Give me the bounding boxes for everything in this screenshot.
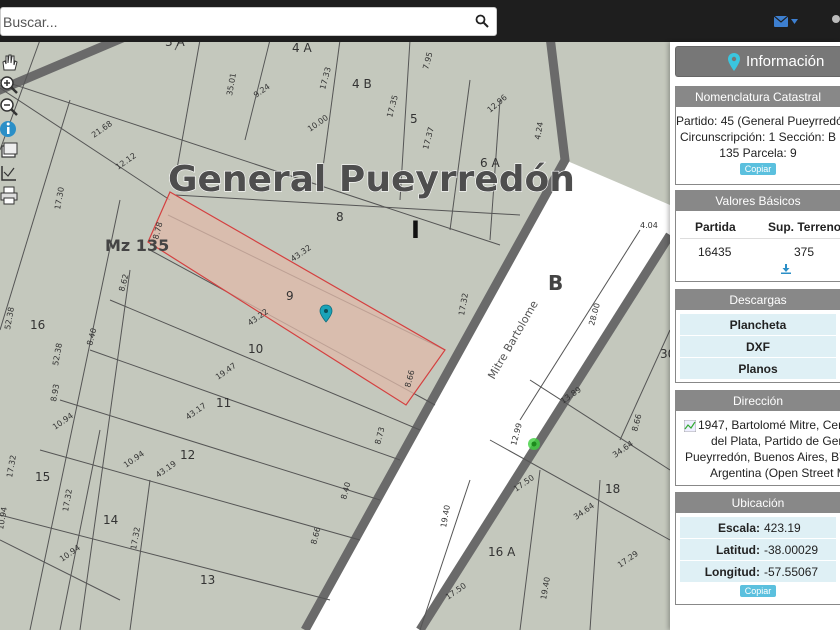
district-label: General Pueyrredón	[168, 159, 575, 200]
direccion-line-4: Argentina (Open Street Map)	[710, 466, 840, 480]
parcel-number: 4 A	[292, 41, 312, 55]
map-thumbnail-icon	[684, 420, 696, 432]
download-plancheta-link[interactable]: Plancheta	[680, 314, 836, 336]
escala-value: 423.19	[764, 521, 801, 535]
valores-basicos-section: Valores Básicos Partida Sup. Terreno 164…	[675, 190, 840, 282]
sup-value: 375	[794, 245, 815, 259]
zoom-out-icon[interactable]	[0, 96, 18, 118]
caret-down-icon	[791, 18, 798, 24]
cadastral-map-app: { "search": { "placeholder": "Buscar..."…	[0, 0, 840, 630]
search-input[interactable]	[1, 8, 471, 35]
parcel-number: 8	[336, 210, 344, 224]
zoom-in-icon[interactable]	[0, 74, 18, 96]
parcel-number: 16	[30, 318, 45, 332]
nomenclatura-line-1: Partido: 45 (General Pueyrredón)	[676, 114, 840, 128]
download-planos-link[interactable]: Planos	[680, 358, 836, 380]
parcel-number: 16 A	[488, 545, 516, 559]
direccion-section: Dirección 1947, Bartolomé Mitre, Centro,…	[675, 390, 840, 486]
nomenclatura-line-2: Circunscripción: 1 Sección: B	[679, 130, 837, 144]
parcel-number: 18	[605, 482, 620, 496]
top-bar	[0, 0, 840, 42]
direccion-header: Dirección	[676, 391, 840, 411]
pan-hand-icon[interactable]	[0, 52, 18, 74]
nomenclatura-section: Nomenclatura Catastral Partido: 45 (Gene…	[675, 86, 840, 185]
measure-icon[interactable]	[0, 162, 18, 184]
latitud-row: Latitud: -38.00029	[680, 539, 836, 561]
search-box	[0, 7, 497, 36]
latitud-value: -38.00029	[764, 543, 819, 557]
escala-row: Escala: 423.19	[680, 517, 836, 539]
print-icon[interactable]	[0, 184, 18, 206]
parcel-number: 5	[410, 112, 418, 126]
parcel-number: 15	[35, 470, 50, 484]
gps-point-center	[531, 441, 537, 447]
escala-label: Escala:	[717, 521, 760, 535]
download-icon[interactable]	[781, 264, 791, 274]
col-partida: Partida	[695, 220, 736, 234]
valores-header: Valores Básicos	[676, 191, 840, 211]
col-sup-terreno: Sup. Terreno	[768, 220, 840, 234]
longitud-label: Longitud:	[704, 565, 760, 579]
direccion-line-1: 1947, Bartolomé Mitre, Centro, Mar	[698, 418, 840, 432]
ubicacion-header: Ubicación	[676, 493, 840, 513]
envelope-icon	[774, 15, 788, 27]
map-pin-icon	[728, 52, 740, 71]
layers-icon[interactable]	[0, 140, 18, 162]
partida-value: 16435	[698, 245, 732, 259]
longitud-row: Longitud: -57.55067	[680, 561, 836, 583]
copy-nomenclatura-button[interactable]: Copiar	[739, 163, 777, 175]
search-icon[interactable]	[475, 14, 489, 28]
ubicacion-section: Ubicación Escala: 423.19 Latitud: -38.0002…	[675, 492, 840, 605]
descargas-section: Descargas Plancheta DXF Planos	[675, 289, 840, 383]
latitud-label: Latitud:	[716, 543, 760, 557]
panel-header: Información	[675, 46, 840, 77]
info-icon[interactable]	[0, 118, 18, 140]
copy-ubicacion-button[interactable]: Copiar	[739, 585, 777, 597]
direccion-line-2: del Plata, Partido de General	[711, 434, 840, 448]
nomenclatura-header: Nomenclatura Catastral	[676, 87, 840, 107]
parcel-number: 11	[216, 396, 231, 410]
map-toolbar	[0, 52, 18, 206]
parcel-number: 4 B	[352, 77, 372, 91]
parcel-number: 14	[103, 513, 118, 527]
longitud-value: -57.55067	[764, 565, 819, 579]
messages-dropdown[interactable]	[774, 12, 802, 30]
dimension-label: 4.04	[640, 221, 658, 230]
nomenclatura-line-3: 135 Parcela: 9	[719, 146, 797, 160]
descargas-header: Descargas	[676, 290, 840, 310]
table-divider	[680, 238, 840, 239]
parcel-number: 12	[180, 448, 195, 462]
parcel-number: 9	[286, 289, 294, 303]
direccion-line-3: Pueyrredón, Buenos Aires, B7600	[685, 450, 840, 464]
parcel-number: 6 A	[480, 156, 500, 170]
parcel-number: 10	[248, 342, 263, 356]
block-letter-i: I	[411, 216, 420, 244]
panel-title: Información	[746, 53, 825, 70]
download-dxf-link[interactable]: DXF	[680, 336, 836, 358]
block-letter-b: B	[548, 271, 563, 295]
user-icon[interactable]	[830, 14, 840, 28]
info-panel: Información Nomenclatura Catastral Parti…	[670, 42, 840, 630]
parcel-number: 13	[200, 573, 215, 587]
